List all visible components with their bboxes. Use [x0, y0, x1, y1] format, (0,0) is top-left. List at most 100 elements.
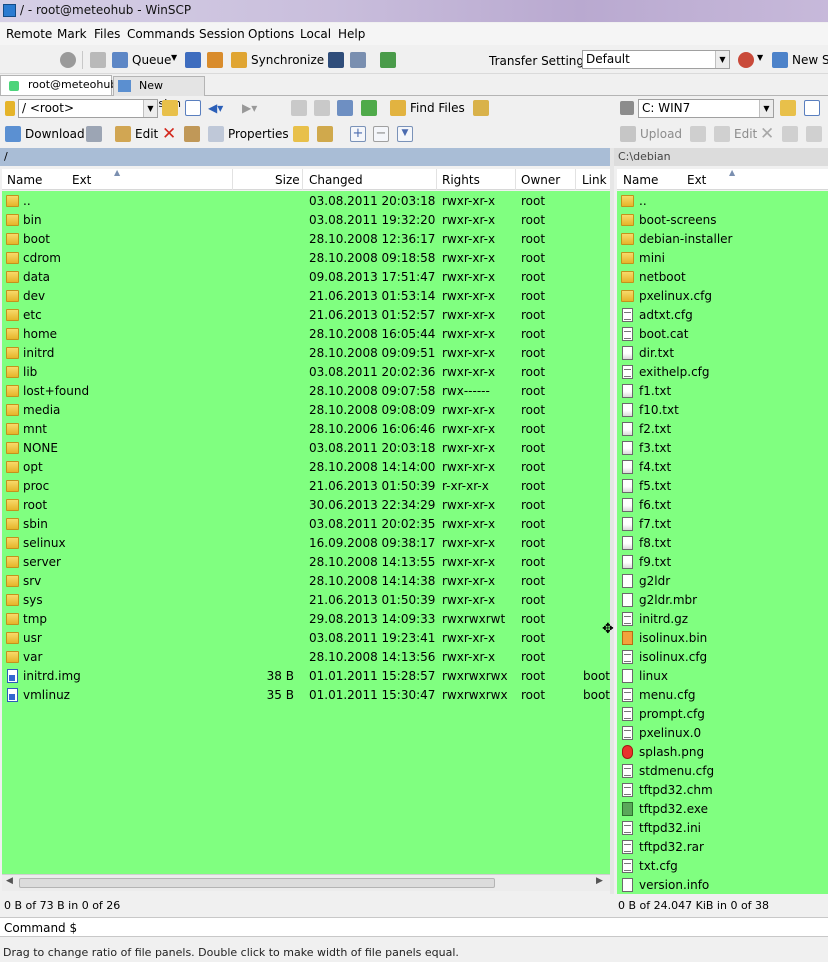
download-icon[interactable]	[5, 126, 21, 142]
menu-files[interactable]: Files	[94, 27, 120, 41]
gear-icon[interactable]	[60, 52, 76, 68]
table-row[interactable]: boot-screens	[617, 211, 828, 230]
queue-list-icon[interactable]	[90, 52, 106, 68]
unselect-icon[interactable]: −	[373, 126, 389, 142]
table-row[interactable]: tmp 29.08.2013 14:09:33 rwxrwxrwt root	[2, 610, 610, 629]
scroll-right-icon[interactable]: ▶	[596, 876, 603, 886]
column-name[interactable]: Name	[623, 173, 658, 187]
table-row[interactable]: linux	[617, 667, 828, 686]
table-row[interactable]: pxelinux.0	[617, 724, 828, 743]
table-row[interactable]: initrd 28.10.2008 09:09:51 rwxr-xr-x root	[2, 344, 610, 363]
table-row[interactable]: f2.txt	[617, 420, 828, 439]
forward-icon[interactable]: ▶▾	[242, 101, 257, 115]
new-session-button[interactable]: New Se	[792, 53, 828, 67]
filter-icon[interactable]	[804, 100, 820, 116]
right-drive-combo[interactable]: C: WIN7 ▼	[638, 99, 774, 118]
table-row[interactable]: ..	[617, 192, 828, 211]
edit-button[interactable]: Edit	[734, 127, 757, 141]
directory-icon[interactable]	[317, 126, 333, 142]
column-changed[interactable]: Changed	[309, 173, 363, 187]
table-row[interactable]: sbin 03.08.2011 20:02:35 rwxr-xr-x root	[2, 515, 610, 534]
edit-icon[interactable]	[115, 126, 131, 142]
table-row[interactable]: server 28.10.2008 14:13:55 rwxr-xr-x root	[2, 553, 610, 572]
home-icon[interactable]	[337, 100, 353, 116]
table-row[interactable]: media 28.10.2008 09:08:09 rwxr-xr-x root	[2, 401, 610, 420]
transfer-settings-select[interactable]: Default ▼	[582, 50, 730, 69]
table-row[interactable]: root 30.06.2013 22:34:29 rwxr-xr-x root	[2, 496, 610, 515]
table-row[interactable]: sys 21.06.2013 01:50:39 rwxr-xr-x root	[2, 591, 610, 610]
table-row[interactable]: f8.txt	[617, 534, 828, 553]
tree-icon[interactable]	[473, 100, 489, 116]
left-file-list[interactable]: .. 03.08.2011 20:03:18 rwxr-xr-x root bin 03.…	[2, 191, 610, 874]
table-row[interactable]: f6.txt	[617, 496, 828, 515]
chevron-down-icon[interactable]: ▼	[171, 53, 177, 62]
table-row[interactable]: dir.txt	[617, 344, 828, 363]
table-row[interactable]: tftpd32.chm	[617, 781, 828, 800]
table-row[interactable]: usr 03.08.2011 19:23:41 rwxr-xr-x root	[2, 629, 610, 648]
queue-icon[interactable]	[112, 52, 128, 68]
table-row[interactable]: f1.txt	[617, 382, 828, 401]
table-row[interactable]: f3.txt	[617, 439, 828, 458]
table-row[interactable]: debian-installer	[617, 230, 828, 249]
table-row[interactable]: exithelp.cfg	[617, 363, 828, 382]
table-row[interactable]: tftpd32.exe	[617, 800, 828, 819]
putty-icon[interactable]	[350, 52, 366, 68]
table-row[interactable]: adtxt.cfg	[617, 306, 828, 325]
left-path-combo[interactable]: / <root> ▼	[18, 99, 158, 118]
table-row[interactable]: opt 28.10.2008 14:14:00 rwxr-xr-x root	[2, 458, 610, 477]
download-button[interactable]: Download	[25, 127, 85, 141]
column-link[interactable]: Link	[582, 173, 607, 187]
table-row[interactable]: tftpd32.rar	[617, 838, 828, 857]
menu-session[interactable]: Session	[199, 27, 245, 41]
menu-local[interactable]: Local	[300, 27, 331, 41]
console-icon[interactable]	[328, 52, 344, 68]
properties-icon[interactable]	[806, 126, 822, 142]
compare-directories-icon[interactable]	[185, 52, 201, 68]
upload-queue-icon[interactable]	[690, 126, 706, 142]
table-row[interactable]: .. 03.08.2011 20:03:18 rwxr-xr-x root	[2, 192, 610, 211]
transfer-preset-icon[interactable]	[738, 52, 754, 68]
menu-mark[interactable]: Mark	[57, 27, 87, 41]
queue-button[interactable]: Queue	[132, 53, 171, 67]
table-row[interactable]: version.info	[617, 876, 828, 894]
table-row[interactable]: proc 21.06.2013 01:50:39 r-xr-xr-x root	[2, 477, 610, 496]
scrollbar-thumb[interactable]	[19, 878, 495, 888]
column-rights[interactable]: Rights	[442, 173, 480, 187]
column-name[interactable]: Name	[7, 173, 42, 187]
table-row[interactable]: NONE 03.08.2011 20:03:18 rwxr-xr-x root	[2, 439, 610, 458]
table-row[interactable]: f9.txt	[617, 553, 828, 572]
table-row[interactable]: boot.cat	[617, 325, 828, 344]
rename-icon[interactable]	[184, 126, 200, 142]
synchronize-button[interactable]: Synchronize	[251, 53, 324, 67]
panel-splitter[interactable]	[610, 148, 614, 894]
new-session-icon[interactable]	[772, 52, 788, 68]
table-row[interactable]: menu.cfg	[617, 686, 828, 705]
table-row[interactable]: vmlinuz 35 B 01.01.2011 15:30:47 rwxrwxrwx r…	[2, 686, 610, 705]
open-folder-icon[interactable]	[162, 100, 178, 116]
column-owner[interactable]: Owner	[521, 173, 560, 187]
table-row[interactable]: home 28.10.2008 16:05:44 rwxr-xr-x root	[2, 325, 610, 344]
menu-remote[interactable]: Remote	[6, 27, 52, 41]
table-row[interactable]: g2ldr.mbr	[617, 591, 828, 610]
synchronize-icon[interactable]	[231, 52, 247, 68]
find-files-button[interactable]: Find Files	[410, 101, 465, 115]
table-row[interactable]: stdmenu.cfg	[617, 762, 828, 781]
properties-icon[interactable]	[208, 126, 224, 142]
keep-up-to-date-icon[interactable]	[207, 52, 223, 68]
table-row[interactable]: mini	[617, 249, 828, 268]
right-file-list[interactable]: .. boot-screens debian-installer mini netboo…	[617, 191, 828, 894]
table-row[interactable]: etc 21.06.2013 01:52:57 rwxr-xr-x root	[2, 306, 610, 325]
open-folder-icon[interactable]	[780, 100, 796, 116]
parent-directory-icon[interactable]	[291, 100, 307, 116]
find-files-icon[interactable]	[390, 100, 406, 116]
column-size[interactable]: Size	[275, 173, 300, 187]
table-row[interactable]: pxelinux.cfg	[617, 287, 828, 306]
table-row[interactable]: selinux 16.09.2008 09:38:17 rwxr-xr-x root	[2, 534, 610, 553]
edit-icon[interactable]	[714, 126, 730, 142]
rename-icon[interactable]	[782, 126, 798, 142]
table-row[interactable]: bin 03.08.2011 19:32:20 rwxr-xr-x root	[2, 211, 610, 230]
table-row[interactable]: isolinux.cfg	[617, 648, 828, 667]
properties-button[interactable]: Properties	[228, 127, 289, 141]
root-directory-icon[interactable]	[314, 100, 330, 116]
new-folder-icon[interactable]	[293, 126, 309, 142]
